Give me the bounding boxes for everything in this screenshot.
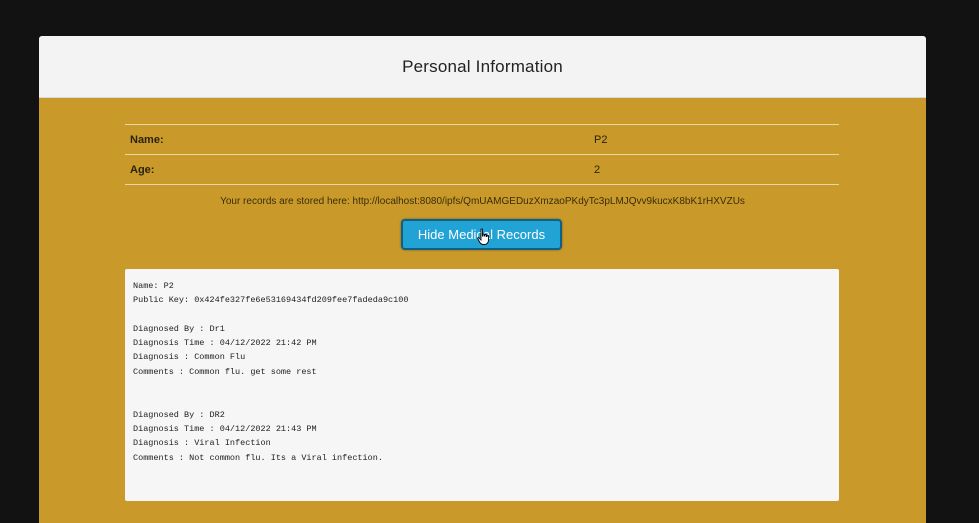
record-1-comments: Comments : Common flu. get some rest — [133, 366, 317, 377]
record-2-diagnosis: Diagnosis : Viral Infection — [133, 438, 271, 449]
info-row-age: Age: 2 — [125, 155, 839, 185]
page-title: Personal Information — [402, 56, 563, 76]
record-1-diagnosed-by: Diagnosed By : Dr1 — [133, 323, 225, 334]
name-value: P2 — [594, 133, 608, 146]
info-row-name: Name: P2 — [125, 125, 839, 155]
storage-location-text: Your records are stored here: http://loc… — [220, 196, 745, 207]
personal-info-card: Personal Information Name: P2 Age: 2 You… — [39, 36, 926, 523]
record-1-time: Diagnosis Time : 04/12/2022 21:42 PM — [133, 338, 317, 349]
record-2-time: Diagnosis Time : 04/12/2022 21:43 PM — [133, 423, 317, 434]
record-2-comments: Comments : Not common flu. Its a Viral i… — [133, 452, 383, 463]
record-1-diagnosis: Diagnosis : Common Flu — [133, 352, 246, 363]
age-label: Age: — [130, 163, 155, 176]
hand-cursor-icon — [477, 228, 489, 245]
name-label: Name: — [130, 133, 164, 146]
medical-records-panel: Name: P2 Public Key: 0x424fe327fe6e53169… — [125, 269, 839, 501]
record-2-diagnosed-by: Diagnosed By : DR2 — [133, 409, 225, 420]
record-patient-name: Name: P2 — [133, 281, 174, 291]
card-header: Personal Information — [39, 36, 926, 98]
info-table: Name: P2 Age: 2 — [125, 124, 839, 185]
age-value: 2 — [594, 163, 601, 176]
record-public-key: Public Key: 0x424fe327fe6e53169434fd209f… — [133, 295, 409, 306]
